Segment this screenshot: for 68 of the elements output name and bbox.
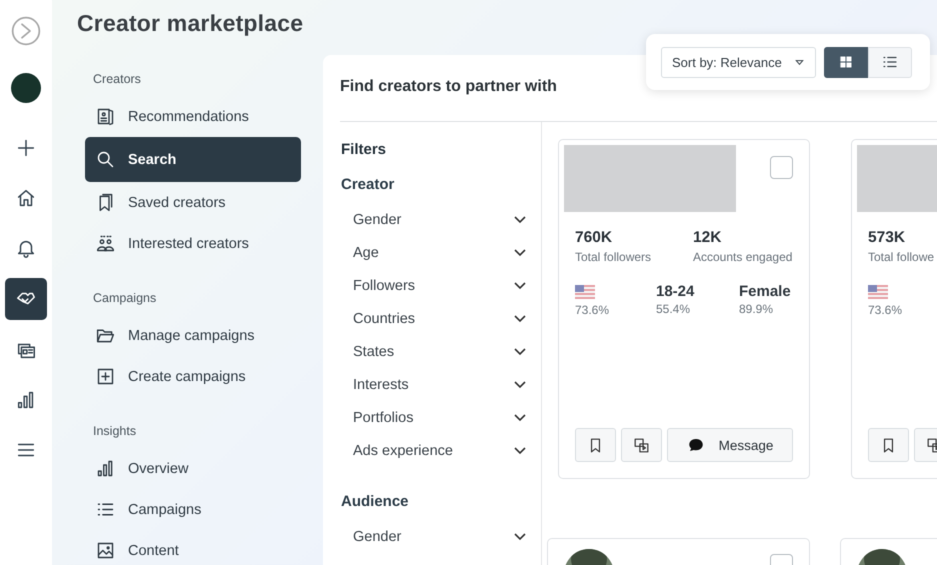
flag-icon xyxy=(575,285,595,299)
save-button[interactable] xyxy=(575,428,616,462)
handshake-button[interactable] xyxy=(5,278,47,320)
stat-value: 573K xyxy=(868,229,906,247)
filter-dropdown[interactable]: Age xyxy=(341,236,529,269)
filter-group-heading: Creator xyxy=(341,176,396,193)
speech-bubble-icon xyxy=(686,436,705,454)
nav-item[interactable]: Search xyxy=(85,137,301,182)
image-icon xyxy=(95,540,116,561)
section-label: Creators xyxy=(93,72,142,86)
plus-icon xyxy=(15,137,37,159)
audience-share: 73.6% xyxy=(575,303,610,317)
audience-share: 73.6% xyxy=(868,303,904,317)
filter-dropdown[interactable]: Countries xyxy=(341,302,529,335)
stat-label: Total followers xyxy=(575,250,652,264)
filter-dropdown[interactable]: Followers xyxy=(341,269,529,302)
chevron-down-icon xyxy=(514,533,526,540)
audience-value: Female xyxy=(739,283,792,300)
chevron-down-icon xyxy=(514,447,526,454)
audience-share: 89.9% xyxy=(739,302,774,316)
filter-dropdown[interactable]: States xyxy=(341,335,529,368)
filters-heading: Filters xyxy=(341,141,388,158)
share-button[interactable] xyxy=(621,428,662,462)
filter-dropdown[interactable]: Portfolios xyxy=(341,401,529,434)
chevron-down-icon xyxy=(514,414,526,421)
contact-card-icon xyxy=(95,106,116,127)
stat-label: Accounts engaged xyxy=(693,250,793,264)
stat-value: 12K xyxy=(693,229,722,247)
chevron-down-icon xyxy=(514,216,526,223)
chevron-down-icon xyxy=(514,381,526,388)
nav-item[interactable]: Overview xyxy=(85,448,301,489)
sort-dropdown[interactable]: Sort by: Relevance xyxy=(661,46,816,78)
grid-view-button[interactable] xyxy=(824,46,868,78)
chevron-down-icon xyxy=(514,315,526,322)
section-label: Campaigns xyxy=(93,291,158,305)
nav-item[interactable]: Campaigns xyxy=(85,489,301,530)
save-button[interactable] xyxy=(868,428,909,462)
home-icon xyxy=(15,187,37,209)
chevron-down-icon xyxy=(514,348,526,355)
nav-item[interactable]: Recommendations xyxy=(85,96,301,137)
nav-item[interactable]: Content xyxy=(85,530,301,565)
audience-share: 55.4% xyxy=(656,302,692,316)
filter-dropdown[interactable]: Gender xyxy=(341,520,529,553)
audience-value: 18-24 xyxy=(656,283,696,300)
list-view-button[interactable] xyxy=(868,46,912,78)
filter-dropdown[interactable]: Ads experience xyxy=(341,434,529,467)
filter-group-heading: Audience xyxy=(341,493,410,510)
people-icon xyxy=(95,233,116,254)
search-icon xyxy=(95,149,116,170)
filter-dropdown[interactable]: Gender xyxy=(341,203,529,236)
chevron-down-icon xyxy=(514,282,526,289)
select-checkbox[interactable] xyxy=(770,156,793,179)
plus-square-icon xyxy=(95,366,116,387)
page-title: Creator marketplace xyxy=(77,10,304,37)
account-avatar[interactable] xyxy=(11,73,41,103)
media-icon xyxy=(632,436,651,454)
stat-value: 760K xyxy=(575,229,614,247)
chevron-down-icon xyxy=(514,249,526,256)
nav-item[interactable]: Saved creators xyxy=(85,182,301,223)
filter-dropdown[interactable]: Interests xyxy=(341,368,529,401)
nav-item[interactable]: Manage campaigns xyxy=(85,315,301,356)
logo-icon xyxy=(10,15,42,47)
message-button[interactable]: Message xyxy=(667,428,793,462)
stat-label: Total followe xyxy=(868,250,936,264)
flag-icon xyxy=(868,285,888,299)
nav-item[interactable]: Interested creators xyxy=(85,223,301,264)
nav-item[interactable]: Create campaigns xyxy=(85,356,301,397)
section-label: Insights xyxy=(93,424,138,438)
